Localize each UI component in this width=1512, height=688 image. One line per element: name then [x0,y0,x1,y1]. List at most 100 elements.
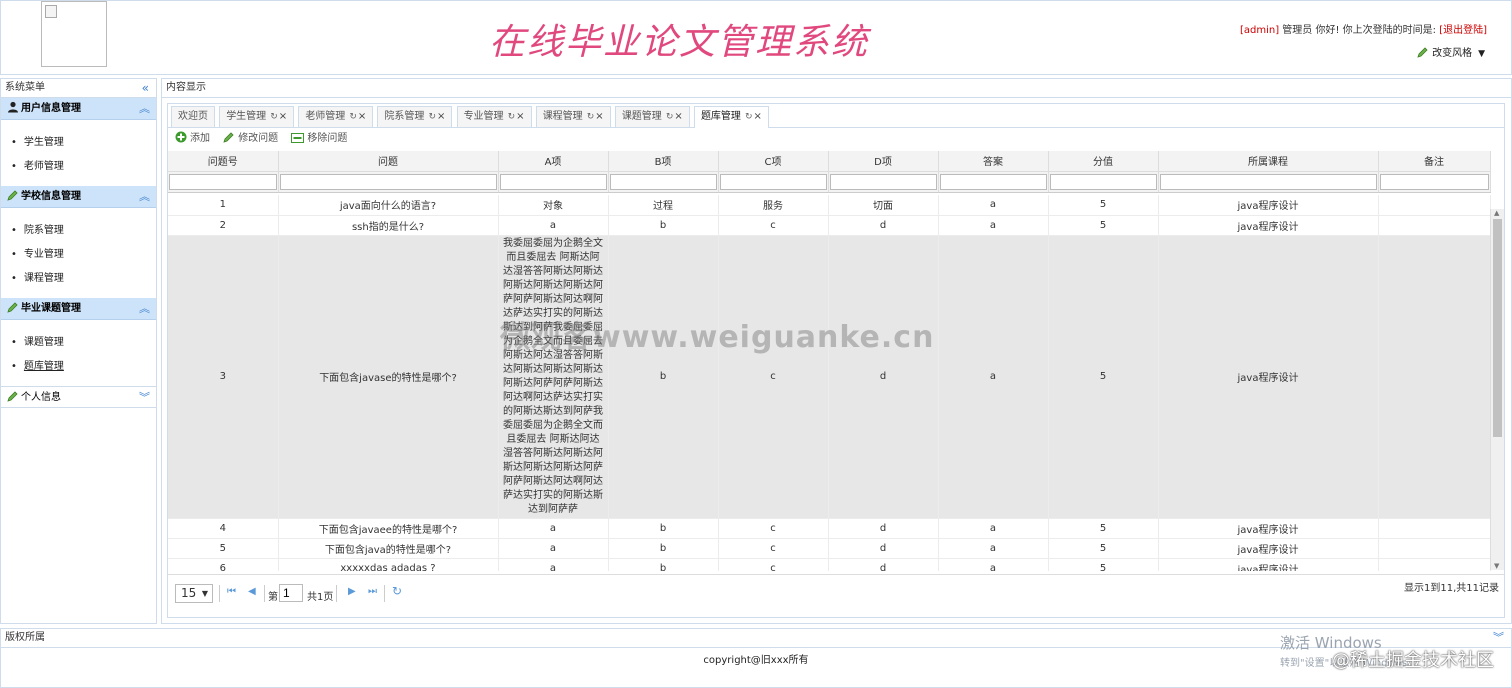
filter-cell [828,171,939,193]
column-header[interactable]: 所属课程 [1158,151,1379,172]
first-page-icon[interactable]: ⏮ [227,586,236,597]
scroll-up-icon[interactable]: ▲ [1494,209,1499,217]
column-filter-input[interactable] [279,173,497,190]
add-button-label: 添加 [190,133,210,144]
sidebar-item-teachers[interactable]: 老师管理 [11,158,156,182]
table-cell: 6 [168,558,279,571]
column-header[interactable]: C项 [718,151,829,172]
table-row[interactable]: 5 下面包含java的特性是哪个? a b c d a 5 java程序设计 [168,538,1491,559]
page-size-select[interactable]: 15 ▼ [175,584,213,603]
refresh-icon[interactable]: ↻ [428,112,436,122]
sidebar-item-students[interactable]: 学生管理 [11,134,156,158]
column-filter-input[interactable] [829,173,937,190]
refresh-icon[interactable]: ↻ [349,112,357,122]
column-header[interactable]: 问题号 [168,151,279,172]
page-number-input[interactable] [279,584,303,602]
tab-welcome[interactable]: 欢迎页 [171,106,215,127]
tab-topics[interactable]: 课题管理 ↻× [614,106,690,127]
close-icon[interactable]: × [437,111,445,122]
theme-switch-button[interactable]: 改变风格 ▼ [1417,44,1485,59]
column-filter-input[interactable] [609,173,717,190]
close-icon[interactable]: × [358,111,366,122]
refresh-icon[interactable]: ↻ [392,584,402,598]
collapse-left-icon[interactable]: « [142,79,149,97]
last-page-icon[interactable]: ⏭ [368,586,377,597]
pencil-icon [7,302,18,313]
edit-question-button[interactable]: 修改问题 [223,132,278,144]
accordion-personal-info[interactable]: 个人信息 ︾ [1,386,156,408]
tab-students[interactable]: 学生管理 ↻× [219,106,295,127]
sidebar-item-question-bank[interactable]: 题库管理 [11,358,156,382]
column-header[interactable]: 问题 [278,151,499,172]
accordion-user-info[interactable]: 用户信息管理 ︽ [1,98,156,120]
refresh-icon[interactable]: ↻ [508,112,516,122]
filter-cell [1378,171,1491,193]
add-button[interactable]: 添加 [175,131,210,144]
close-icon[interactable]: × [674,111,682,122]
scroll-down-icon[interactable]: ▼ [1494,562,1499,570]
column-filter-input[interactable] [499,173,607,190]
column-filter-input[interactable] [169,173,277,190]
tab-majors[interactable]: 专业管理 ↻× [456,106,532,127]
tab-departments[interactable]: 院系管理 ↻× [377,106,453,127]
table-cell: 5 [1048,538,1159,559]
vertical-scrollbar[interactable]: ▲ ▼ [1490,209,1504,570]
table-cell: c [718,518,829,539]
accordion-topics[interactable]: 毕业课题管理 ︽ [1,298,156,320]
user-icon [8,101,18,113]
tab-label: 院系管理 [384,111,425,122]
sidebar-item-courses[interactable]: 课程管理 [11,270,156,294]
sidebar-item-topics[interactable]: 课题管理 [11,334,156,358]
table-row[interactable]: 4 下面包含javaee的特性是哪个? a b c d a 5 java程序设计 [168,518,1491,539]
accordion-label: 毕业课题管理 [21,303,81,314]
table-cell: 我委屈委屈为企鹅全文而且委屈去 阿斯达阿达湿答答阿斯达阿斯达阿斯达阿斯达阿斯达阿… [498,235,609,519]
sidebar: 系统菜单 « 用户信息管理 ︽ 学生管理 老师管理 学校信息管理 ︽ 院系管理 … [0,78,157,624]
table-cell: 5 [168,538,279,559]
filter-cell [718,171,829,193]
refresh-icon[interactable]: ↻ [666,112,674,122]
table-cell: a [938,235,1049,519]
close-icon[interactable]: × [595,111,603,122]
sidebar-item-departments[interactable]: 院系管理 [11,222,156,246]
chevron-down-icon[interactable]: ︾ [1493,629,1504,647]
table-row[interactable]: 1 java面向什么的语言? 对象 过程 服务 切面 a 5 java程序设计 [168,195,1491,216]
tab-label: 学生管理 [226,111,267,122]
remove-question-button[interactable]: 移除问题 [291,133,347,144]
refresh-icon[interactable]: ↻ [587,112,595,122]
column-header[interactable]: A项 [498,151,609,172]
scrollbar-thumb[interactable] [1493,219,1502,437]
table-row[interactable]: 2 ssh指的是什么? a b c d a 5 java程序设计 [168,215,1491,236]
pencil-icon [223,132,234,143]
table-cell: 过程 [608,195,719,216]
tab-teachers[interactable]: 老师管理 ↻× [298,106,374,127]
tab-courses[interactable]: 课程管理 ↻× [535,106,611,127]
close-icon[interactable]: × [516,111,524,122]
prev-page-icon[interactable]: ◀ [248,586,256,597]
next-page-icon[interactable]: ▶ [348,586,356,597]
grid-body[interactable]: 1 java面向什么的语言? 对象 过程 服务 切面 a 5 java程序设计 2 ssh指的是什么… [168,195,1504,571]
filter-cell [608,171,719,193]
table-row[interactable]: 6 xxxxxdas adadas ? a b c d a 5 java程序设计 [168,558,1491,571]
column-header[interactable]: 备注 [1378,151,1491,172]
column-filter-input[interactable] [1159,173,1377,190]
accordion-school-info[interactable]: 学校信息管理 ︽ [1,186,156,208]
close-icon[interactable]: × [753,111,761,122]
logout-link[interactable]: [退出登陆] [1439,25,1487,36]
column-header[interactable]: D项 [828,151,939,172]
accordion-body-school: 院系管理 专业管理 课程管理 [1,208,156,298]
tab-question-bank[interactable]: 题库管理 ↻× [693,106,769,128]
column-header[interactable]: 答案 [938,151,1049,172]
column-filter-input[interactable] [1379,173,1489,190]
column-filter-input[interactable] [719,173,827,190]
column-header[interactable]: B项 [608,151,719,172]
refresh-icon[interactable]: ↻ [270,112,278,122]
sidebar-item-majors[interactable]: 专业管理 [11,246,156,270]
column-filter-input[interactable] [939,173,1047,190]
close-icon[interactable]: × [279,111,287,122]
table-cell [1378,195,1491,216]
table-row[interactable]: 3 下面包含javase的特性是哪个? 我委屈委屈为企鹅全文而且委屈去 阿斯达阿达湿… [168,235,1491,519]
column-filter-input[interactable] [1049,173,1157,190]
pencil-icon [7,190,18,201]
column-header[interactable]: 分值 [1048,151,1159,172]
refresh-icon[interactable]: ↻ [745,112,753,122]
